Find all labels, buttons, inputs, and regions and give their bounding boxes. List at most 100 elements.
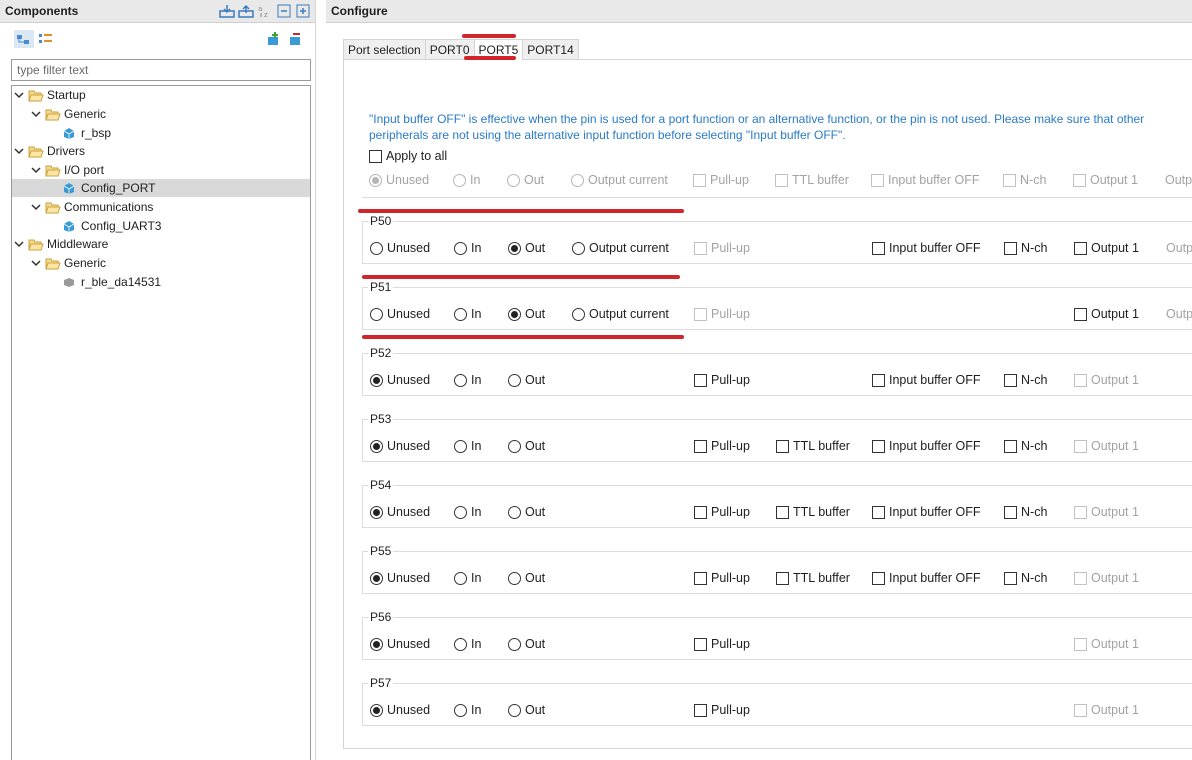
tree-item-middleware[interactable]: Middleware — [14, 235, 108, 253]
output-truncated-label: Outp — [1166, 241, 1192, 255]
checkbox-pullup: Pull-up — [693, 173, 749, 187]
radio-output-current[interactable]: Output current — [572, 241, 669, 255]
checkbox-output1: Output 1 — [1074, 373, 1139, 387]
radio-unused[interactable]: Unused — [370, 241, 430, 255]
checkbox-pullup[interactable]: Pull-up — [694, 373, 750, 387]
expand-all-icon[interactable] — [295, 3, 311, 19]
checkbox-output1[interactable]: Output 1 — [1074, 307, 1139, 321]
radio-unused[interactable]: Unused — [370, 637, 430, 651]
output-truncated-label: Outp — [1166, 307, 1192, 321]
port-tabs: Port selection PORT0 PORT5 PORT14 — [343, 39, 579, 61]
radio-out[interactable]: Out — [508, 373, 545, 387]
folder-open-icon — [28, 144, 44, 158]
tree-view-icon[interactable] — [14, 30, 34, 48]
tree-item-r-ble[interactable]: r_ble_da14531 — [62, 273, 161, 291]
tree-item-io-port[interactable]: I/O port — [31, 161, 104, 179]
svg-text:z: z — [264, 11, 268, 18]
folder-open-icon — [45, 107, 61, 121]
radio-out[interactable]: Out — [508, 241, 545, 255]
checkbox-pullup[interactable]: Pull-up — [694, 703, 750, 717]
list-view-icon[interactable] — [38, 31, 54, 47]
chevron-down-icon[interactable] — [14, 239, 24, 249]
radio-in[interactable]: In — [454, 439, 481, 453]
tree-item-config-port[interactable]: Config_PORT — [12, 179, 310, 197]
apply-all-row: Unused In Out Output current Pull-up TTL… — [362, 165, 1192, 198]
checkbox-nch[interactable]: N-ch — [1004, 439, 1047, 453]
chevron-down-icon[interactable] — [14, 146, 24, 156]
checkbox-input-buffer-off[interactable]: Input buffer OFF — [872, 505, 980, 519]
tree-item-startup[interactable]: Startup — [14, 86, 86, 104]
collapse-all-icon[interactable] — [276, 3, 292, 19]
radio-out[interactable]: Out — [508, 703, 545, 717]
tree-item-config-uart3[interactable]: Config_UART3 — [62, 217, 161, 235]
checkbox-ttl-buffer[interactable]: TTL buffer — [776, 439, 850, 453]
checkbox-box[interactable] — [369, 149, 382, 163]
radio-in: In — [453, 173, 480, 187]
radio-unused[interactable]: Unused — [370, 571, 430, 585]
radio-unused[interactable]: Unused — [370, 307, 430, 321]
radio-in[interactable]: In — [454, 571, 481, 585]
radio-out[interactable]: Out — [508, 505, 545, 519]
chevron-down-icon[interactable] — [31, 109, 41, 119]
tab-port14[interactable]: PORT14 — [522, 39, 579, 60]
remove-component-icon[interactable] — [287, 31, 303, 47]
tree-item-label: Config_PORT — [81, 181, 156, 195]
chevron-down-icon[interactable] — [31, 165, 41, 175]
tree-item-r-bsp[interactable]: r_bsp — [62, 124, 111, 142]
radio-in[interactable]: In — [454, 505, 481, 519]
checkbox-pullup[interactable]: Pull-up — [694, 637, 750, 651]
radio-out[interactable]: Out — [508, 307, 545, 321]
checkbox-pullup[interactable]: Pull-up — [694, 505, 750, 519]
checkbox-input-buffer-off[interactable]: Input buffer OFF — [872, 439, 980, 453]
filter-input[interactable] — [11, 59, 311, 81]
tree-item-generic[interactable]: Generic — [31, 105, 106, 123]
checkbox-nch[interactable]: N-ch — [1004, 571, 1047, 585]
tree-item-label: Communications — [64, 200, 154, 214]
radio-in[interactable]: In — [454, 307, 481, 321]
component-cube-icon — [62, 126, 78, 140]
checkbox-pullup[interactable]: Pull-up — [694, 571, 750, 585]
radio-out[interactable]: Out — [508, 571, 545, 585]
checkbox-nch[interactable]: N-ch — [1004, 241, 1047, 255]
chevron-down-icon[interactable] — [31, 202, 41, 212]
apply-to-all-label: Apply to all — [386, 149, 448, 163]
tree-item-label: Generic — [64, 256, 107, 270]
radio-output-current[interactable]: Output current — [572, 307, 669, 321]
port-label: P53 — [368, 412, 394, 426]
radio-in[interactable]: In — [454, 703, 481, 717]
checkbox-ttl-buffer[interactable]: TTL buffer — [776, 505, 850, 519]
radio-in[interactable]: In — [454, 637, 481, 651]
radio-unused[interactable]: Unused — [370, 439, 430, 453]
radio-unused[interactable]: Unused — [370, 703, 430, 717]
radio-out[interactable]: Out — [508, 637, 545, 651]
tree-item-generic-2[interactable]: Generic — [31, 254, 106, 272]
tree-item-communications[interactable]: Communications — [31, 198, 153, 216]
sort-az-icon[interactable]: az — [257, 3, 273, 19]
radio-unused[interactable]: Unused — [370, 505, 430, 519]
checkbox-output1[interactable]: Output 1 — [1074, 241, 1139, 255]
radio-in[interactable]: In — [454, 373, 481, 387]
checkbox-nch[interactable]: N-ch — [1004, 373, 1047, 387]
checkbox-pullup[interactable]: Pull-up — [694, 439, 750, 453]
radio-in[interactable]: In — [454, 241, 481, 255]
checkbox-input-buffer-off[interactable]: Input buffer OFF — [872, 241, 980, 255]
import-icon[interactable] — [219, 3, 235, 19]
radio-unused[interactable]: Unused — [370, 373, 430, 387]
port-group-p51: P51 Unused In Out Output current Pull-up… — [362, 281, 1192, 330]
tree-item-label: Middleware — [47, 237, 109, 251]
input-buffer-note: "Input buffer OFF" is effective when the… — [369, 112, 1145, 142]
chevron-down-icon[interactable] — [31, 258, 41, 268]
tree-item-drivers[interactable]: Drivers — [14, 142, 85, 160]
add-component-icon[interactable] — [265, 31, 281, 47]
checkbox-input-buffer-off[interactable]: Input buffer OFF — [872, 373, 980, 387]
export-icon[interactable] — [238, 3, 254, 19]
tab-port-selection[interactable]: Port selection — [343, 39, 425, 60]
checkbox-nch[interactable]: N-ch — [1004, 505, 1047, 519]
components-toolbar — [0, 23, 315, 55]
checkbox-output1: Output 1 — [1074, 637, 1139, 651]
checkbox-ttl-buffer[interactable]: TTL buffer — [776, 571, 850, 585]
chevron-down-icon[interactable] — [14, 90, 24, 100]
checkbox-input-buffer-off[interactable]: Input buffer OFF — [872, 571, 980, 585]
radio-out[interactable]: Out — [508, 439, 545, 453]
apply-to-all-checkbox[interactable]: Apply to all — [369, 149, 447, 163]
